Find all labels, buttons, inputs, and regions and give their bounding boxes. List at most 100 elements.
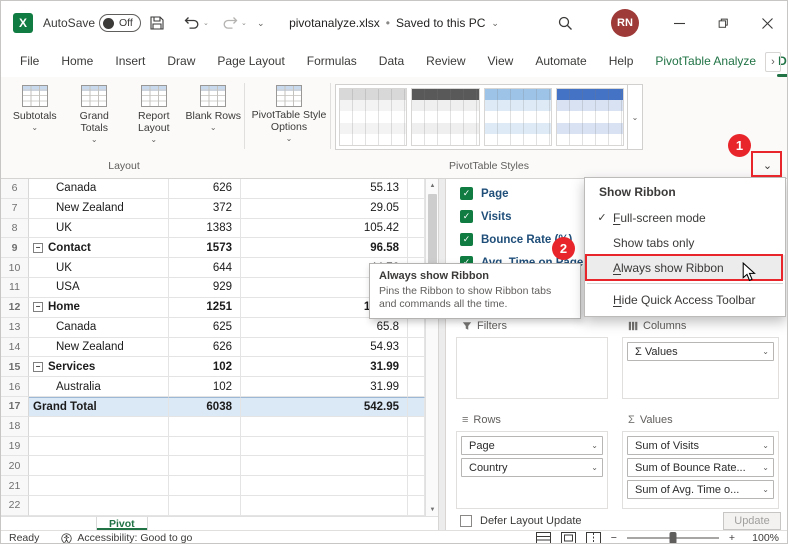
accessibility-status[interactable]: Accessibility: Good to go <box>61 532 192 544</box>
minimize-button[interactable] <box>657 1 701 45</box>
tab-draw[interactable]: Draw <box>156 45 206 77</box>
cell-rate[interactable] <box>241 456 408 476</box>
cell-label[interactable] <box>29 417 169 437</box>
cell-visits[interactable] <box>169 417 241 437</box>
customize-quick-access-button[interactable]: ⌄ <box>257 13 265 33</box>
normal-view-button[interactable] <box>536 532 551 544</box>
cell-visits[interactable]: 102 <box>169 377 241 397</box>
cell-filler[interactable] <box>408 417 425 437</box>
cell-label[interactable]: Canada <box>29 179 169 199</box>
row-header[interactable]: 16 <box>1 377 29 397</box>
undo-dropdown-icon[interactable]: ⌄ <box>203 20 209 27</box>
cell-filler[interactable] <box>408 377 425 397</box>
cell-label[interactable]: New Zealand <box>29 338 169 358</box>
row-header[interactable]: 7 <box>1 199 29 219</box>
row-header[interactable]: 13 <box>1 318 29 338</box>
cell-visits[interactable]: 626 <box>169 179 241 199</box>
cell-label[interactable] <box>29 456 169 476</box>
tab-help[interactable]: Help <box>598 45 645 77</box>
zoom-level[interactable]: 100% <box>745 532 779 544</box>
cell-label[interactable]: Canada <box>29 318 169 338</box>
cell-filler[interactable] <box>408 219 425 239</box>
pane-splitter[interactable] <box>438 179 446 530</box>
cell-label[interactable]: −Services <box>29 357 169 377</box>
row-header[interactable]: 19 <box>1 437 29 457</box>
close-button[interactable] <box>745 1 788 45</box>
update-button[interactable]: Update <box>723 512 781 530</box>
cell-label[interactable]: Australia <box>29 377 169 397</box>
field-visits[interactable]: ✓Visits <box>460 205 583 228</box>
cell-rate[interactable] <box>241 417 408 437</box>
row-header[interactable]: 21 <box>1 476 29 496</box>
cell-rate[interactable]: 542.95 <box>241 397 408 417</box>
cell-label[interactable]: Grand Total <box>29 397 169 417</box>
row-header[interactable]: 20 <box>1 456 29 476</box>
checked-checkbox-icon[interactable]: ✓ <box>460 210 473 223</box>
undo-button[interactable]: ⌄ <box>183 13 209 33</box>
tab-home[interactable]: Home <box>50 45 104 77</box>
tab-page-layout[interactable]: Page Layout <box>206 45 295 77</box>
menu-item-show-tabs-only[interactable]: Show tabs only <box>585 230 785 255</box>
row-header[interactable]: 18 <box>1 417 29 437</box>
grand-totals-button[interactable]: Grand Totals⌄ <box>65 82 123 154</box>
page-layout-view-button[interactable] <box>561 532 576 544</box>
pivottable-style-options-button[interactable]: PivotTable Style Options ⌄ <box>249 82 329 154</box>
gallery-more-button[interactable]: ⌄ <box>627 85 642 149</box>
cell-filler[interactable] <box>408 318 425 338</box>
cell-visits[interactable]: 6038 <box>169 397 241 417</box>
tab-view[interactable]: View <box>477 45 525 77</box>
document-title[interactable]: pivotanalyze.xlsx • Saved to this PC ⌄ <box>289 1 499 45</box>
cell-rate[interactable]: 65.8 <box>241 318 408 338</box>
tab-insert[interactable]: Insert <box>104 45 156 77</box>
cell-label[interactable]: UK <box>29 258 169 278</box>
tab-automate[interactable]: Automate <box>524 45 597 77</box>
cell-label[interactable]: USA <box>29 278 169 298</box>
save-button[interactable] <box>149 13 165 33</box>
cell-label[interactable]: −Home <box>29 298 169 318</box>
redo-button[interactable]: ⌄ <box>221 13 247 33</box>
pivot-style-light-2[interactable] <box>411 88 479 146</box>
report-layout-button[interactable]: Report Layout⌄ <box>125 82 183 154</box>
redo-dropdown-icon[interactable]: ⌄ <box>241 20 247 27</box>
scrollbar-thumb[interactable] <box>428 194 437 266</box>
page-break-view-button[interactable] <box>586 532 601 544</box>
subtotals-button[interactable]: Subtotals⌄ <box>6 82 64 154</box>
cell-filler[interactable] <box>408 238 425 258</box>
cell-filler[interactable] <box>408 437 425 457</box>
cell-rate[interactable]: 31.99 <box>241 357 408 377</box>
cell-rate[interactable]: 54.93 <box>241 338 408 358</box>
cell-rate[interactable]: 31.99 <box>241 377 408 397</box>
blank-rows-button[interactable]: Blank Rows⌄ <box>184 82 242 154</box>
zoom-in-button[interactable]: + <box>729 532 735 544</box>
cell-rate[interactable]: 55.13 <box>241 179 408 199</box>
sheet-tab-pivot[interactable]: Pivot <box>96 517 148 530</box>
autosave-toggle[interactable]: Off <box>99 14 141 32</box>
pivot-style-light-blue[interactable] <box>484 88 552 146</box>
collapse-box-icon[interactable]: − <box>33 302 43 312</box>
cell-filler[interactable] <box>408 338 425 358</box>
cell-visits[interactable]: 372 <box>169 199 241 219</box>
menu-item-full-screen-mode[interactable]: ✓Full-screen mode <box>585 205 785 230</box>
cell-visits[interactable]: 644 <box>169 258 241 278</box>
area-field-pill[interactable]: Country⌄ <box>461 458 603 477</box>
cell-rate[interactable]: 105.42 <box>241 219 408 239</box>
cell-label[interactable]: UK <box>29 219 169 239</box>
values-drop-area[interactable]: Sum of Visits⌄Sum of Bounce Rate...⌄Sum … <box>622 431 779 509</box>
cell-rate[interactable] <box>241 437 408 457</box>
cell-filler[interactable] <box>408 357 425 377</box>
cell-visits[interactable]: 102 <box>169 357 241 377</box>
columns-drop-area[interactable]: Σ Values⌄ <box>622 337 779 399</box>
area-field-pill[interactable]: Sum of Bounce Rate...⌄ <box>627 458 774 477</box>
row-header[interactable]: 14 <box>1 338 29 358</box>
cell-visits[interactable] <box>169 476 241 496</box>
row-header[interactable]: 22 <box>1 496 29 516</box>
zoom-slider[interactable] <box>627 537 719 539</box>
row-header[interactable]: 9 <box>1 238 29 258</box>
cell-visits[interactable] <box>169 496 241 516</box>
pivot-style-medium-blue[interactable] <box>556 88 624 146</box>
row-header[interactable]: 15 <box>1 357 29 377</box>
cell-visits[interactable] <box>169 437 241 457</box>
cell-visits[interactable] <box>169 456 241 476</box>
cell-filler[interactable] <box>408 179 425 199</box>
area-field-pill[interactable]: Page⌄ <box>461 436 603 455</box>
